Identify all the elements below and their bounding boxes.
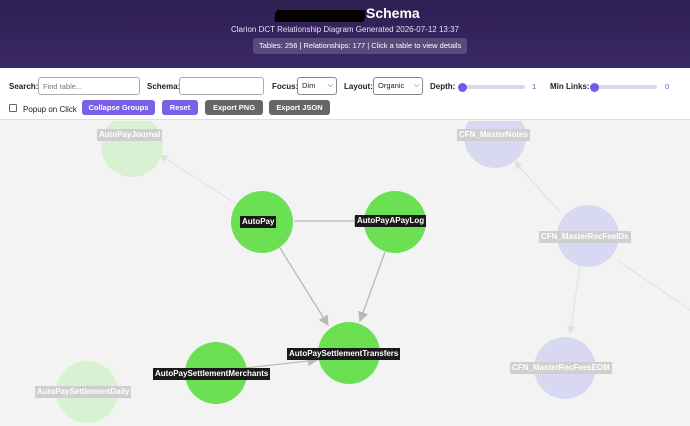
chevron-down-icon: ⌵ [413, 82, 419, 89]
node-label: AutoPayJournal [97, 129, 163, 141]
collapse-groups-button[interactable]: Collapse Groups [82, 100, 155, 115]
depth-value: 1 [532, 82, 537, 91]
depth-slider-handle[interactable] [458, 82, 467, 92]
node-label: AutoPaySettlementMerchants [153, 368, 271, 380]
edge-recfeeids-to-masternotes [514, 161, 561, 213]
chevron-down-icon: ⌵ [327, 82, 333, 89]
page-subtitle: Clarion DCT Relationship Diagram Generat… [231, 25, 459, 34]
focus-select[interactable]: Dim ⌵ [297, 77, 337, 95]
popup-label: Popup on Click [23, 105, 77, 114]
layout-label: Layout: [344, 82, 373, 91]
depth-slider[interactable] [458, 82, 525, 92]
search-input[interactable] [38, 77, 140, 95]
graph-canvas[interactable]: AutoPayJournal AutoPaySettlementDaily CF… [0, 121, 690, 426]
edge-recfeeids-to-eom [567, 265, 581, 334]
min-links-slider-handle[interactable] [590, 82, 599, 92]
popup-checkbox[interactable] [9, 104, 17, 112]
page-title: Schema [366, 5, 420, 21]
layout-select-value: Organic [378, 81, 405, 90]
min-links-slider[interactable] [590, 82, 657, 92]
edge-merchants-to-transfers [244, 355, 319, 369]
focus-label: Focus: [272, 82, 299, 91]
depth-label: Depth: [430, 82, 456, 91]
node-label: AutoPaySettlementDaily [35, 386, 132, 398]
schema-label: Schema: [147, 82, 181, 91]
page-header: Schema Clarion DCT Relationship Diagram … [0, 0, 690, 68]
stats-badge: Tables: 256 | Relationships: 177 | Click… [253, 38, 468, 54]
title-row: Schema [0, 4, 690, 24]
search-label: Search: [9, 82, 39, 91]
min-links-value: 0 [665, 82, 670, 91]
reset-button[interactable]: Reset [162, 100, 198, 115]
edge-autopay-to-journal [159, 154, 239, 206]
node-label: AutoPayAPayLog [355, 215, 427, 227]
edge-apaylog-to-transfers [358, 251, 386, 323]
export-json-button[interactable]: Export JSON [269, 100, 330, 115]
node-label: AutoPay [240, 216, 277, 228]
edge-recfeeids-offscreen [616, 259, 690, 311]
node-label: CFN_MasterNotes [457, 129, 530, 141]
min-links-label: Min Links: [550, 82, 590, 91]
redacted-title-prefix [274, 10, 366, 22]
focus-select-value: Dim [302, 81, 316, 90]
layout-select[interactable]: Organic ⌵ [373, 77, 423, 95]
node-label: AutoPaySettlementTransfers [287, 348, 401, 360]
node-label: CFN_MasterRecFeesEOM [510, 362, 612, 374]
controls-panel: Search: Schema: Focus: Dim ⌵ Layout: Org… [0, 68, 690, 120]
schema-input[interactable] [179, 77, 264, 95]
export-png-button[interactable]: Export PNG [205, 100, 263, 115]
node-label: CFN_MasterRecFeeIDs [539, 231, 631, 243]
edge-autopay-to-transfers [279, 247, 329, 327]
